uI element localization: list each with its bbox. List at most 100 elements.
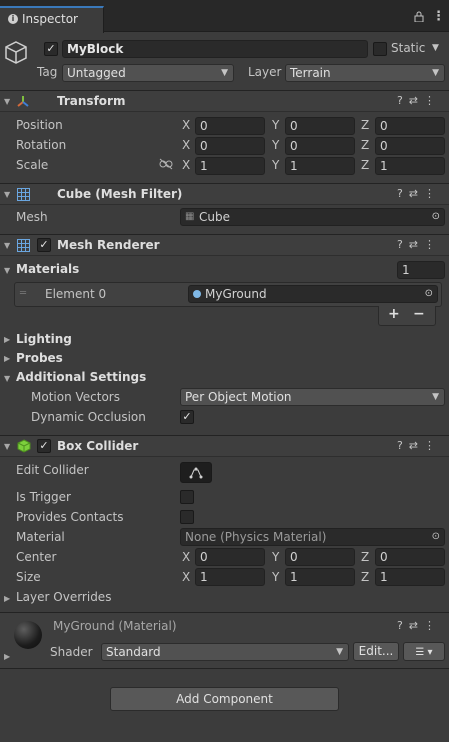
foldout-icon: ▼ [4,97,11,106]
dynamic-occlusion-checkbox[interactable]: ✓ [180,410,194,424]
size-y-field[interactable]: 1 [285,568,355,586]
position-z-field[interactable]: 0 [375,117,445,135]
name-field[interactable]: MyBlock [62,40,368,58]
foldout-icon[interactable]: ▼ [4,266,10,275]
z-label: Z [361,550,370,564]
foldout-icon[interactable]: ▶ [4,652,10,661]
position-x-field[interactable]: 0 [195,117,265,135]
x-label: X [182,158,191,172]
component-icons[interactable]: ?⇄⋮ [397,439,441,452]
box-collider-enabled-checkbox[interactable]: ✓ [37,439,51,453]
box-collider-icon [17,439,31,456]
scale-label: Scale [16,158,49,172]
object-picker-icon[interactable]: ⊙ [425,286,433,302]
static-checkbox[interactable] [373,42,387,56]
rotation-z-field[interactable]: 0 [375,137,445,155]
chevron-down-icon: ▼ [432,392,439,402]
rotation-x-field[interactable]: 0 [195,137,265,155]
tag-value: Untagged [67,66,126,80]
shader-dropdown[interactable]: Standard ▼ [101,643,349,661]
y-label: Y [272,118,280,132]
foldout-icon[interactable]: ▶ [4,354,10,363]
component-icons[interactable]: ?⇄⋮ [397,238,441,251]
lock-icon[interactable] [414,11,424,23]
z-label: Z [361,118,370,132]
element-0-value: MyGround [205,287,267,301]
chevron-down-icon: ▼ [432,68,439,78]
box-collider-title: Box Collider [57,439,139,453]
mesh-filter-header[interactable]: ▼ Cube (Mesh Filter) ?⇄⋮ [0,183,449,205]
size-z-field[interactable]: 1 [375,568,445,586]
active-checkbox[interactable]: ✓ [44,42,58,56]
center-x-field[interactable]: 0 [195,548,265,566]
foldout-icon: ▼ [4,190,11,199]
materials-count-field[interactable]: 1 [397,261,445,279]
lighting-label[interactable]: Lighting [16,332,72,346]
edit-shader-button[interactable]: Edit... [353,642,399,661]
shader-options-button[interactable]: ☰ ▾ [403,642,445,661]
material-label: Material [16,530,65,544]
link-icon[interactable] [159,158,173,173]
motion-vectors-dropdown[interactable]: Per Object Motion ▼ [180,388,445,406]
component-icons[interactable]: ?⇄⋮ [397,187,441,200]
element-0-field[interactable]: MyGround ⊙ [188,285,438,303]
mesh-field[interactable]: ▦ Cube ⊙ [180,208,445,226]
edit-collider-button[interactable] [180,462,212,483]
position-y-field[interactable]: 0 [285,117,355,135]
object-picker-icon[interactable]: ⊙ [432,209,440,225]
additional-settings-label[interactable]: Additional Settings [16,370,146,384]
foldout-icon: ▼ [4,241,11,250]
center-y-field[interactable]: 0 [285,548,355,566]
is-trigger-checkbox[interactable] [180,490,194,504]
foldout-icon: ▼ [4,442,11,451]
layer-dropdown[interactable]: Terrain ▼ [285,64,445,82]
dynamic-occlusion-label: Dynamic Occlusion [31,410,146,424]
mesh-label: Mesh [16,210,48,224]
foldout-icon[interactable]: ▶ [4,594,10,603]
scale-x-field[interactable]: 1 [195,157,265,175]
component-icons[interactable]: ?⇄⋮ [397,94,441,107]
probes-label[interactable]: Probes [16,351,63,365]
shader-label: Shader [50,645,93,659]
box-collider-header[interactable]: ▼ ✓ Box Collider ?⇄⋮ [0,435,449,457]
tag-dropdown[interactable]: Untagged ▼ [62,64,234,82]
scale-y-field[interactable]: 1 [285,157,355,175]
mesh-icon: ▦ [185,211,195,222]
mesh-value: Cube [199,210,230,224]
y-label: Y [272,550,280,564]
list-icon: ☰ ▾ [415,647,433,658]
rotation-y-field[interactable]: 0 [285,137,355,155]
center-z-field[interactable]: 0 [375,548,445,566]
material-icon [193,290,201,298]
position-label: Position [16,118,63,132]
foldout-icon[interactable]: ▶ [4,335,10,344]
y-label: Y [272,158,280,172]
add-element-button[interactable]: + [388,306,400,322]
foldout-icon[interactable]: ▼ [4,374,10,383]
mesh-renderer-header[interactable]: ▼ ✓ Mesh Renderer ?⇄⋮ [0,234,449,256]
provides-contacts-checkbox[interactable] [180,510,194,524]
transform-header[interactable]: ▼ Transform ?⇄⋮ [0,90,449,112]
mesh-renderer-title: Mesh Renderer [57,238,160,252]
layer-overrides-label[interactable]: Layer Overrides [16,590,111,604]
size-label: Size [16,570,41,584]
list-footer [378,306,436,326]
tab-inspector[interactable]: i Inspector [0,6,104,33]
tab-label: Inspector [22,12,78,26]
scale-z-field[interactable]: 1 [375,157,445,175]
drag-handle-icon[interactable]: ═ [20,288,26,299]
z-label: Z [361,138,370,152]
add-component-button[interactable]: Add Component [110,687,339,711]
mesh-renderer-enabled-checkbox[interactable]: ✓ [37,238,51,252]
remove-element-button[interactable]: − [413,306,425,322]
physics-material-field[interactable]: None (Physics Material) ⊙ [180,528,445,546]
cube-icon [4,40,28,69]
edit-collider-label: Edit Collider [16,463,89,477]
static-dropdown-icon[interactable]: ▼ [432,43,439,53]
size-x-field[interactable]: 1 [195,568,265,586]
more-menu-icon[interactable]: ⋮ [432,9,445,24]
shader-value: Standard [106,645,161,659]
object-picker-icon[interactable]: ⊙ [432,529,440,545]
x-label: X [182,118,191,132]
component-icons[interactable]: ?⇄⋮ [397,619,441,632]
